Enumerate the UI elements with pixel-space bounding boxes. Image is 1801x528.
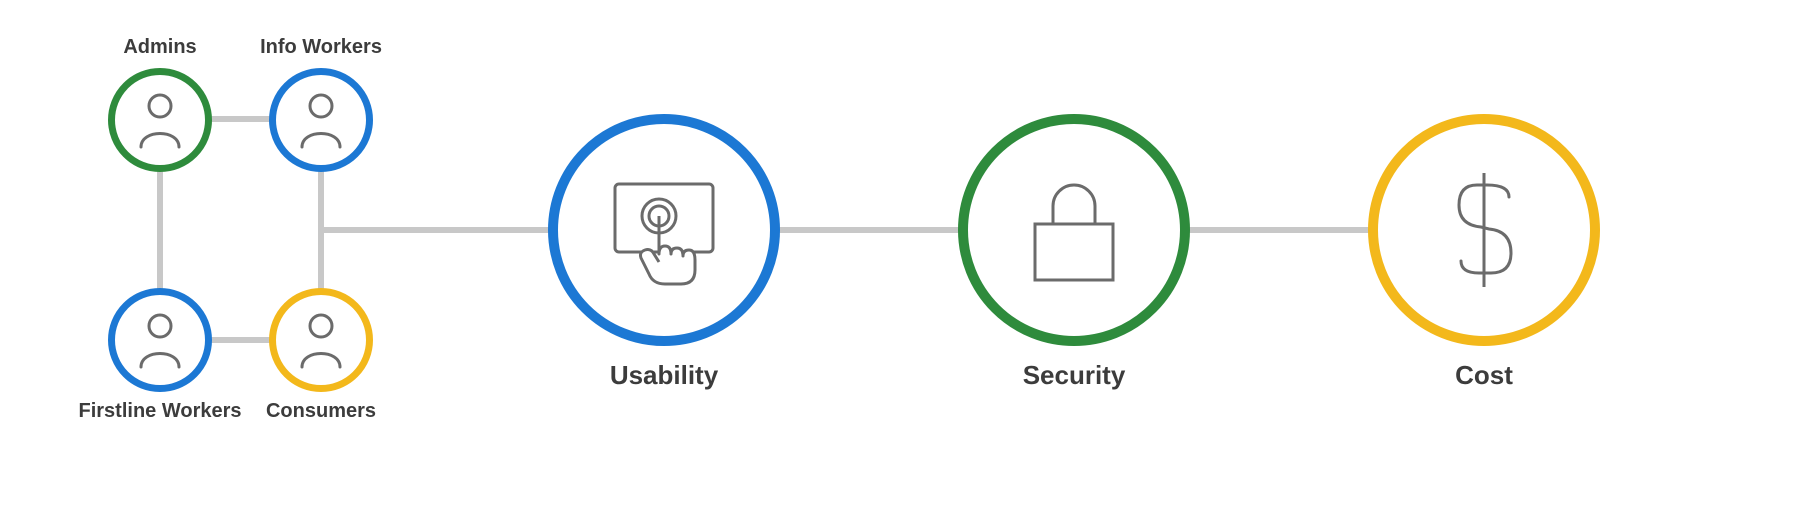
connector-personas-usability [324, 227, 584, 233]
persona-consumers-label: Consumers [259, 400, 383, 423]
persona-consumers [269, 288, 373, 392]
persona-admins [108, 68, 212, 172]
pillar-cost-label: Cost [1368, 360, 1600, 391]
pillar-security [958, 114, 1190, 346]
pillar-usability-label: Usability [548, 360, 780, 391]
pillar-usability [548, 114, 780, 346]
person-icon [135, 91, 185, 149]
dollar-icon [1439, 165, 1529, 295]
persona-firstline-label: Firstline Workers [70, 400, 250, 423]
pillar-cost [1368, 114, 1600, 346]
person-icon [135, 311, 185, 369]
diagram-stage: Admins Info Workers Firstline Workers [0, 0, 1801, 528]
pillar-security-label: Security [958, 360, 1190, 391]
connector-security-cost [1170, 227, 1400, 233]
connector-admins-firstline [157, 170, 163, 290]
person-icon [296, 311, 346, 369]
persona-admins-label: Admins [108, 36, 212, 59]
persona-info-label: Info Workers [249, 36, 393, 59]
touch-screen-icon [599, 170, 729, 290]
connector-usability-security [760, 227, 990, 233]
lock-icon [1019, 170, 1129, 290]
persona-firstline-workers [108, 288, 212, 392]
person-icon [296, 91, 346, 149]
persona-info-workers [269, 68, 373, 172]
